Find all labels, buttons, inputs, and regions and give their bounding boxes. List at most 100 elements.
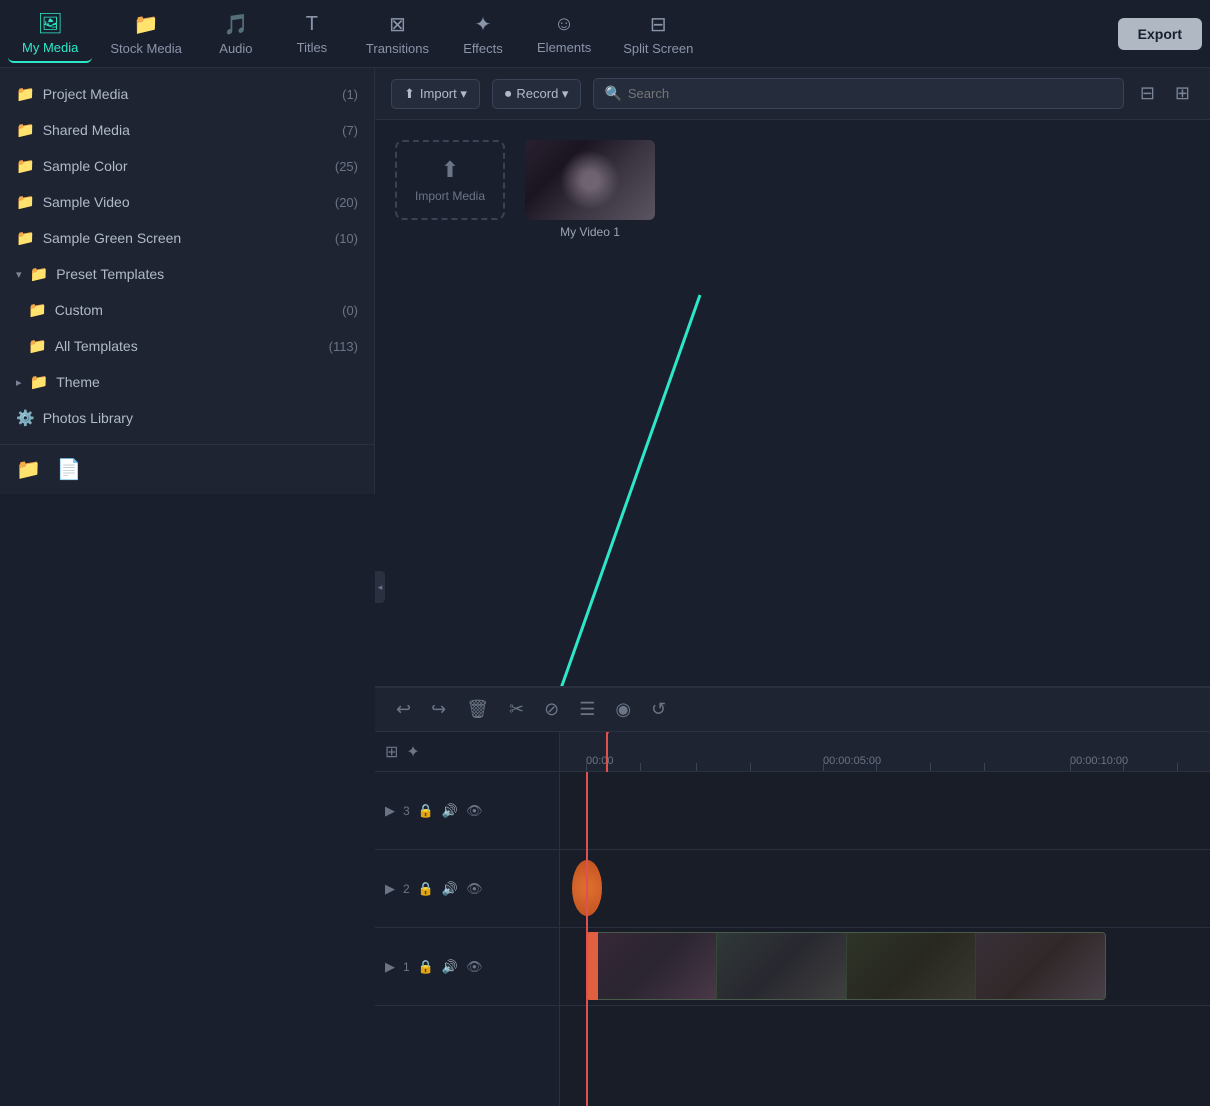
import-icon: ⬆ [404,86,415,102]
track2-audio-icon[interactable]: 🔊 [442,881,458,897]
sidebar-count-all-templates: (113) [329,339,358,354]
delete-button[interactable]: 🗑 [461,696,494,723]
gear-icon: ⚙️ [16,409,35,427]
nav-split-screen[interactable]: ⊟ Split Screen [609,6,707,62]
import-label: Import ▾ [420,86,467,102]
grid-view-button[interactable]: ⊞ [1171,79,1194,108]
sidebar-item-sample-color[interactable]: 📁 Sample Color (25) [0,148,374,184]
clip-frames [587,933,1105,999]
unlink-button[interactable]: ⊘ [539,696,564,723]
upload-icon: ⬆ [441,157,459,183]
media-thumbnail [525,140,655,220]
track-label-3: ▶ 3 🔒 🔊 👁 [375,772,559,850]
folder-icon-2: 📁 [16,121,35,139]
nav-my-media[interactable]: 🖼 My Media [8,5,92,63]
playhead[interactable] [586,772,588,1106]
cut-button[interactable]: ✂ [504,696,529,723]
nav-my-media-label: My Media [22,40,78,55]
sidebar-item-custom[interactable]: 📁 Custom (0) [0,292,374,328]
timeline-toolbar: ↩ ↪ 🗑 ✂ ⊘ ☰ ◉ ↺ [375,688,1210,732]
track3-eye-icon[interactable]: 👁 [466,803,483,819]
track3-video-icon: ▶ [385,803,395,819]
sidebar-label-sample-video: Sample Video [43,194,130,210]
time-mark-0: 00:00 [586,755,614,767]
magnet-button[interactable]: ✦ [406,742,419,762]
new-file-button[interactable]: 📄 [57,457,82,482]
align-button[interactable]: ☰ [574,696,600,723]
sidebar-item-sample-green-screen[interactable]: 📁 Sample Green Screen (10) [0,220,374,256]
sidebar-item-all-templates[interactable]: 📁 All Templates (113) [0,328,374,364]
sidebar-item-shared-media[interactable]: 📁 Shared Media (7) [0,112,374,148]
track1-eye-icon[interactable]: 👁 [466,959,483,975]
timeline-body: ⊞ ✦ ▶ 3 🔒 🔊 👁 [375,732,1210,1106]
track1-video-icon: ▶ [385,959,395,975]
clip-frame-3 [847,933,976,999]
track2-video-icon: ▶ [385,881,395,897]
import-button[interactable]: ⬆ Import ▾ [391,79,480,109]
track3-audio-icon[interactable]: 🔊 [442,803,458,819]
sidebar-label-custom: Custom [55,302,103,318]
sidebar-label-theme: Theme [56,374,100,390]
nav-stock-media[interactable]: 📁 Stock Media [96,6,196,62]
folder-icon-7: 📁 [28,301,47,319]
timeline-area: ↩ ↪ 🗑 ✂ ⊘ ☰ ◉ ↺ ⊞ ✦ [375,686,1210,1106]
track2-number: 2 [403,882,410,896]
sidebar-item-photos-library[interactable]: ⚙️ Photos Library [0,400,374,436]
filter-button[interactable]: ⊟ [1136,79,1159,108]
sidebar-item-sample-video[interactable]: 📁 Sample Video (20) [0,184,374,220]
folder-icon-9: 📁 [30,373,49,391]
track1-lock-icon[interactable]: 🔒 [418,959,434,975]
track3-lock-icon[interactable]: 🔒 [418,803,434,819]
track2-eye-icon[interactable]: 👁 [466,881,483,897]
search-bar: 🔍 [593,78,1123,109]
nav-titles[interactable]: T Titles [276,7,348,61]
add-track-button[interactable]: ⊞ [385,742,398,762]
audio-detect-button[interactable]: ◉ [610,696,636,723]
folder-icon: 📁 [16,85,35,103]
track2-lock-icon[interactable]: 🔒 [418,881,434,897]
sidebar-count-sample-green-screen: (10) [335,231,358,246]
nav-effects-label: Effects [463,41,503,56]
sidebar-count-custom: (0) [342,303,358,318]
nav-titles-label: Titles [297,40,328,55]
record-button[interactable]: ⏺ Record ▾ [492,79,582,109]
track-row-1 [560,928,1210,1006]
undo-button[interactable]: ↩ [391,696,416,723]
sidebar: 📁 Project Media (1) 📁 Shared Media (7) 📁… [0,68,375,494]
export-button[interactable]: Export [1118,18,1202,50]
search-input[interactable] [628,86,1113,101]
nav-audio[interactable]: 🎵 Audio [200,6,272,62]
new-folder-button[interactable]: 📁 [16,457,41,482]
nav-effects[interactable]: ✦ Effects [447,6,519,62]
sidebar-item-preset-templates[interactable]: ▾ 📁 Preset Templates [0,256,374,292]
main-layout: 📁 Project Media (1) 📁 Shared Media (7) 📁… [0,68,1210,1106]
sidebar-count-sample-color: (25) [335,159,358,174]
sidebar-collapse-handle[interactable]: ◂ [375,571,385,603]
record-label: Record ▾ [516,86,568,102]
split-screen-icon: ⊟ [650,12,667,37]
track3-number: 3 [403,804,410,818]
redo-button[interactable]: ↪ [426,696,451,723]
sidebar-item-project-media[interactable]: 📁 Project Media (1) [0,76,374,112]
import-media-button[interactable]: ⬆ Import Media [395,140,505,220]
my-media-icon: 🖼 [37,11,62,36]
sidebar-count-shared-media: (7) [342,123,358,138]
speed-button[interactable]: ↺ [646,696,671,723]
track1-audio-icon[interactable]: 🔊 [442,959,458,975]
chevron-right-icon: ▸ [16,376,22,389]
effects-icon: ✦ [475,12,492,37]
track1-number: 1 [403,960,410,974]
content-area: ⬆ Import ▾ ⏺ Record ▾ 🔍 ⊟ ⊞ ⬆ Import Med… [375,68,1210,1106]
nav-transitions[interactable]: ⊠ Transitions [352,6,443,62]
sidebar-footer: 📁 📄 [0,444,374,494]
sidebar-label-sample-green-screen: Sample Green Screen [43,230,182,246]
playhead-line-top [606,732,608,772]
top-nav: 🖼 My Media 📁 Stock Media 🎵 Audio T Title… [0,0,1210,68]
track1-clip[interactable] [586,932,1106,1000]
sidebar-label-photos-library: Photos Library [43,410,133,426]
media-grid: ⬆ Import Media My Video 1 [375,120,1210,686]
clip-frame-1 [587,933,716,999]
nav-elements[interactable]: ☺ Elements [523,7,605,61]
sidebar-item-theme[interactable]: ▸ 📁 Theme [0,364,374,400]
media-item-my-video-1[interactable]: My Video 1 [525,140,655,239]
